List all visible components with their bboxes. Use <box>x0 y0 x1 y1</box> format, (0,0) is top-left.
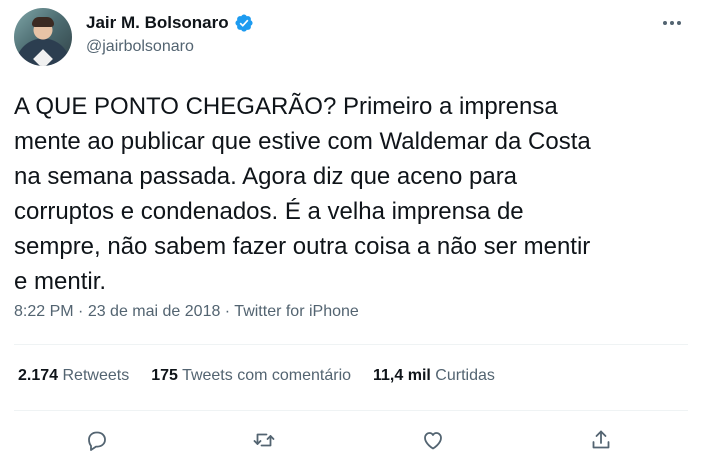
reply-button[interactable] <box>81 424 113 456</box>
author-handle[interactable]: @jairbolsonaro <box>86 38 194 56</box>
tweet-time: 8:22 PM <box>14 303 74 320</box>
share-button[interactable] <box>585 424 617 456</box>
like-icon <box>424 432 442 450</box>
author-display-name[interactable]: Jair M. Bolsonaro <box>86 13 229 33</box>
divider <box>14 410 688 411</box>
quote-tweets-stat[interactable]: 175 Tweets com comentário <box>151 367 351 385</box>
author-name-row: Jair M. Bolsonaro <box>86 13 254 33</box>
likes-stat[interactable]: 11,4 mil Curtidas <box>373 367 495 385</box>
tweet-card: Jair M. Bolsonaro @jairbolsonaro A QUE P… <box>0 0 702 468</box>
tweet-metadata: 8:22 PM · 23 de mai de 2018 · Twitter fo… <box>14 303 359 321</box>
retweets-count: 2.174 <box>18 367 59 384</box>
tweet-timestamp[interactable]: 8:22 PM · 23 de mai de 2018 <box>14 303 220 320</box>
likes-count: 11,4 mil <box>373 367 431 384</box>
meta-separator: · <box>73 303 88 320</box>
reply-icon <box>88 431 106 451</box>
retweets-stat[interactable]: 2.174 Retweets <box>18 367 129 385</box>
share-icon <box>592 430 610 449</box>
meta-separator: · <box>220 303 235 320</box>
dot <box>663 21 667 25</box>
more-options-icon[interactable] <box>660 12 684 34</box>
retweets-label: Retweets <box>62 367 130 384</box>
dot <box>670 21 674 25</box>
quote-tweets-label: Tweets com comentário <box>182 367 352 384</box>
retweet-icon <box>253 433 275 447</box>
tweet-text: A QUE PONTO CHEGARÃO? Primeiro a imprens… <box>14 93 591 295</box>
retweet-button[interactable] <box>248 424 280 456</box>
tweet-date: 23 de mai de 2018 <box>87 303 221 320</box>
avatar[interactable] <box>14 8 72 66</box>
avatar-hair <box>32 17 54 27</box>
dot <box>677 21 681 25</box>
tweet-stats: 2.174 Retweets 175 Tweets com comentário… <box>18 367 495 385</box>
verified-badge-icon <box>235 14 253 32</box>
divider <box>14 344 688 345</box>
tweet-actions-bar <box>0 420 702 460</box>
tweet-source[interactable]: Twitter for iPhone <box>234 303 359 320</box>
like-button[interactable] <box>417 424 449 456</box>
quote-tweets-count: 175 <box>151 367 178 384</box>
avatar-collar <box>33 49 53 66</box>
likes-label: Curtidas <box>435 367 495 384</box>
